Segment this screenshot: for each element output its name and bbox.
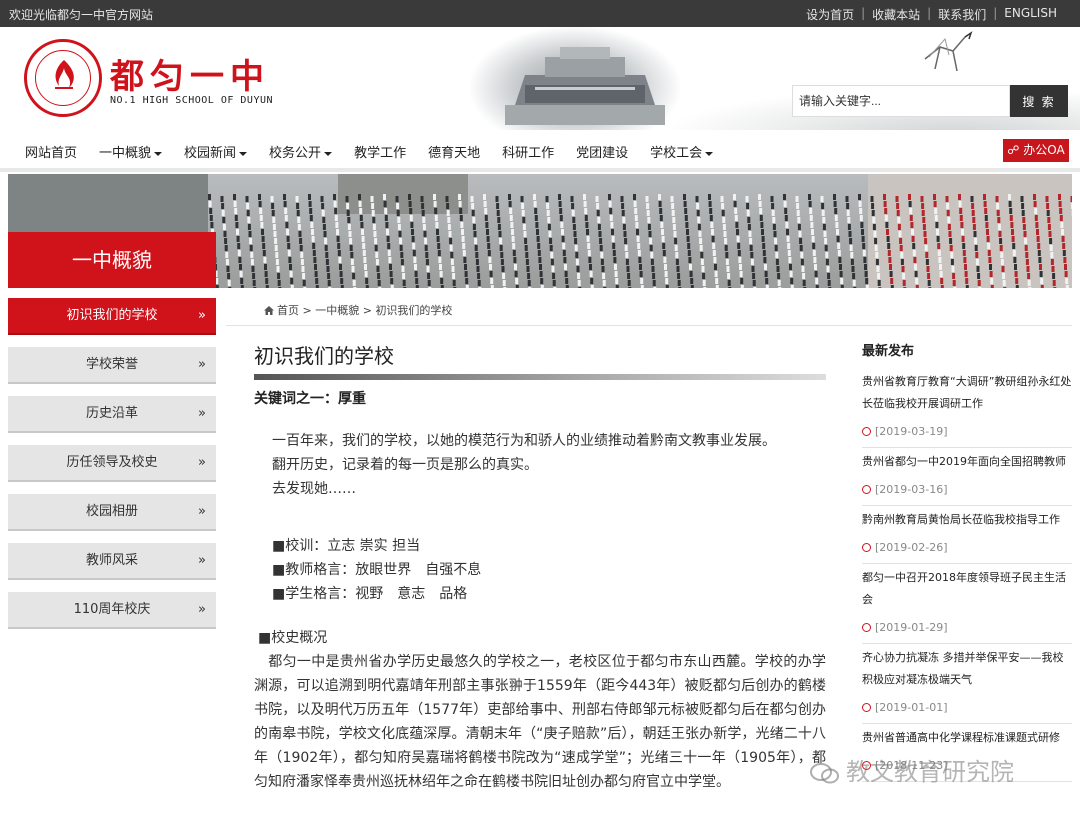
- school-logo[interactable]: [24, 39, 102, 117]
- news-item[interactable]: 贵州省教育厅教育“大调研”教研组孙永红处长莅临我校开展调研工作 [2019-03-…: [862, 371, 1072, 448]
- link-icon: ☍: [1007, 143, 1020, 157]
- nav-item-news[interactable]: 校园新闻: [173, 142, 258, 161]
- sidebar-item-teachers[interactable]: 教师风采»: [8, 543, 216, 580]
- double-chevron-right-icon: »: [198, 553, 206, 568]
- clock-icon: [862, 485, 871, 494]
- set-homepage-link[interactable]: 设为首页: [799, 6, 861, 23]
- clock-icon: [862, 623, 871, 632]
- breadcrumb-current: 初识我们的学校: [375, 304, 453, 317]
- motto-list: ■校训：立志 崇实 担当 ■教师格言：放眼世界 自强不息 ■学生格言：视野 意志…: [254, 534, 826, 606]
- double-chevron-right-icon: »: [198, 504, 206, 519]
- double-chevron-right-icon: »: [198, 308, 206, 323]
- breadcrumb-overview[interactable]: 一中概貌: [315, 304, 359, 317]
- sidebar-item-intro[interactable]: 初识我们的学校»: [8, 298, 216, 335]
- watermark: 教文教育研究院: [810, 752, 1014, 787]
- sidebar-item-album[interactable]: 校园相册»: [8, 494, 216, 531]
- home-icon: [264, 306, 274, 315]
- bookmark-link[interactable]: 收藏本站: [865, 6, 927, 23]
- breadcrumb-separator: >: [362, 304, 372, 317]
- top-links: 设为首页 | 收藏本站 | 联系我们 | ENGLISH: [799, 6, 1064, 23]
- sidebar-item-leaders[interactable]: 历任领导及校史»: [8, 445, 216, 482]
- search-form: 搜 索: [792, 85, 1068, 117]
- nav-item-teaching[interactable]: 教学工作: [343, 142, 417, 161]
- clock-icon: [862, 543, 871, 552]
- sidebar: 初识我们的学校» 学校荣誉» 历史沿革» 历任领导及校史» 校园相册» 教师风采…: [8, 298, 216, 641]
- article: 初识我们的学校 关键词之一：厚重 一百年来，我们的学校，以她的模范行为和骄人的业…: [254, 340, 826, 794]
- nav-item-overview[interactable]: 一中概貌: [88, 142, 173, 161]
- news-item[interactable]: 都匀一中召开2018年度领导班子民主生活会 [2019-01-29]: [862, 567, 1072, 644]
- latest-news-title: 最新发布: [862, 344, 915, 359]
- title-divider: [254, 374, 826, 380]
- news-list: 贵州省教育厅教育“大调研”教研组孙永红处长莅临我校开展调研工作 [2019-03-…: [862, 371, 1072, 782]
- double-chevron-right-icon: »: [198, 406, 206, 421]
- student-motto: ■学生格言：视野 意志 品格: [272, 586, 468, 602]
- article-keyword: 关键词之一：厚重: [254, 391, 366, 407]
- site-header: 都匀一中 NO.1 HIGH SCHOOL OF DUYUN 搜 索: [0, 27, 1080, 130]
- double-chevron-right-icon: »: [198, 602, 206, 617]
- article-title: 初识我们的学校: [254, 344, 394, 368]
- intro-paragraph: 一百年来，我们的学校，以她的模范行为和骄人的业绩推动着黔南文教事业发展。 翻开历…: [272, 433, 776, 497]
- school-name-en: NO.1 HIGH SCHOOL OF DUYUN: [110, 95, 274, 106]
- caret-down-icon: [324, 151, 333, 156]
- history-heading: ■校史概况: [258, 630, 328, 646]
- news-item[interactable]: 齐心协力抗凝冻 多措并举保平安——我校积极应对凝冻极端天气 [2019-01-01…: [862, 647, 1072, 724]
- nav-item-party[interactable]: 党团建设: [565, 142, 639, 161]
- welcome-text: 欢迎光临都匀一中官方网站: [9, 8, 154, 22]
- caret-down-icon: [705, 151, 714, 156]
- school-building-image: [505, 47, 665, 125]
- top-bar: 欢迎光临都匀一中官方网站 设为首页 | 收藏本站 | 联系我们 | ENGLIS…: [0, 0, 1080, 27]
- nav-item-research[interactable]: 科研工作: [491, 142, 565, 161]
- caret-down-icon: [239, 151, 248, 156]
- clock-icon: [862, 427, 871, 436]
- nav-item-union[interactable]: 学校工会: [639, 142, 724, 161]
- nav-item-home[interactable]: 网站首页: [14, 142, 88, 161]
- teacher-motto: ■教师格言：放眼世界 自强不息: [272, 562, 482, 578]
- nav-item-affairs[interactable]: 校务公开: [258, 142, 343, 161]
- double-chevron-right-icon: »: [198, 357, 206, 372]
- sidebar-item-history[interactable]: 历史沿革»: [8, 396, 216, 433]
- breadcrumb-separator: >: [302, 304, 312, 317]
- english-link[interactable]: ENGLISH: [997, 6, 1064, 23]
- search-button[interactable]: 搜 索: [1010, 85, 1068, 117]
- office-oa-button[interactable]: ☍ 办公OA: [1003, 139, 1069, 162]
- flame-icon: [55, 60, 74, 89]
- caret-down-icon: [154, 151, 163, 156]
- wechat-icon: [810, 763, 839, 784]
- school-name-cn: 都匀一中: [110, 57, 270, 97]
- double-chevron-right-icon: »: [198, 455, 206, 470]
- clock-icon: [862, 703, 871, 712]
- breadcrumb-home[interactable]: 首页: [277, 304, 299, 317]
- school-motto: ■校训：立志 崇实 担当: [272, 538, 421, 554]
- nav-item-moral[interactable]: 德育天地: [417, 142, 491, 161]
- section-title: 一中概貌: [8, 232, 216, 288]
- latest-news: 最新发布 贵州省教育厅教育“大调研”教研组孙永红处长莅临我校开展调研工作 [201…: [862, 340, 1072, 782]
- crane-icon: [924, 31, 973, 72]
- sidebar-item-honors[interactable]: 学校荣誉»: [8, 347, 216, 384]
- search-input[interactable]: [792, 85, 1010, 117]
- main-nav: 网站首页 一中概貌 校园新闻 校务公开 教学工作 德育天地 科研工作 党团建设 …: [0, 130, 1080, 172]
- sidebar-item-anniversary[interactable]: 110周年校庆»: [8, 592, 216, 629]
- news-item[interactable]: 贵州省都匀一中2019年面向全国招聘教师 [2019-03-16]: [862, 451, 1072, 506]
- banner-image: 一中概貌: [8, 174, 1072, 288]
- history-text: 都匀一中是贵州省办学历史最悠久的学校之一，老校区位于都匀市东山西麓。学校的办学渊…: [254, 654, 826, 790]
- news-item[interactable]: 黔南州教育局黄怡局长莅临我校指导工作 [2019-02-26]: [862, 509, 1072, 564]
- breadcrumb: 首页 > 一中概貌 > 初识我们的学校: [226, 298, 1072, 326]
- contact-link[interactable]: 联系我们: [931, 6, 993, 23]
